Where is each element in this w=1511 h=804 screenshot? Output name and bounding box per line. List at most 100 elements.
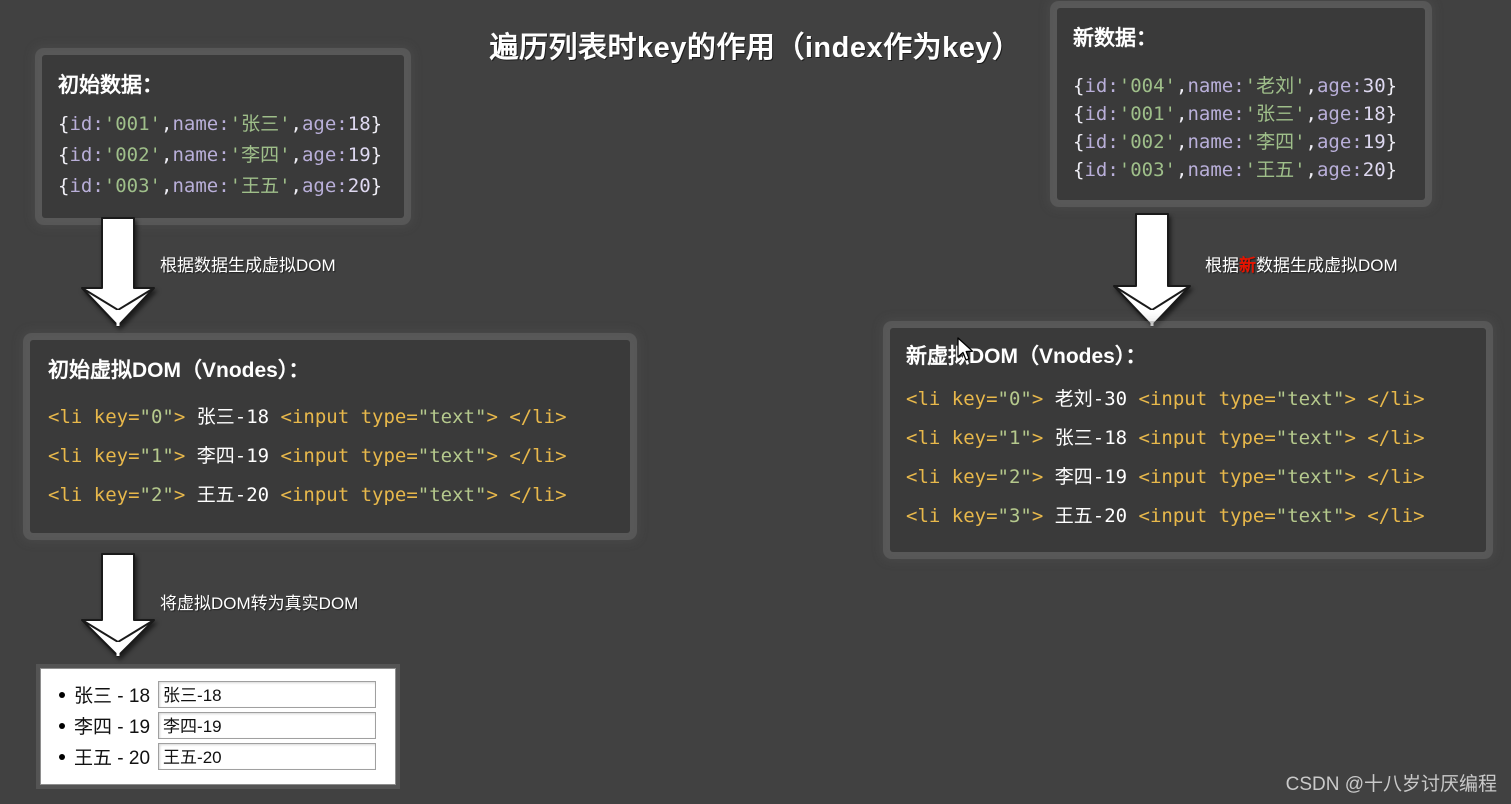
type-value: "text" bbox=[1275, 466, 1345, 488]
type-value: "text" bbox=[1275, 427, 1345, 449]
brace-close: } bbox=[1385, 75, 1398, 97]
key-value: "3" bbox=[997, 505, 1032, 527]
bullet-icon bbox=[59, 691, 65, 698]
id-value: '003' bbox=[1118, 159, 1176, 181]
brace-close: } bbox=[370, 113, 383, 135]
gt: > bbox=[1031, 427, 1055, 449]
brace-open: { bbox=[1073, 75, 1085, 97]
data-row: {id:'004',name:'老刘',age:30} bbox=[1073, 72, 1409, 100]
input-open-tag: <input bbox=[1127, 505, 1219, 527]
name-key: name: bbox=[172, 113, 230, 135]
type-attr: type= bbox=[360, 406, 418, 428]
brace-close: } bbox=[1385, 103, 1398, 125]
id-key: id: bbox=[1084, 103, 1119, 125]
new-data-rows: {id:'004',name:'老刘',age:30} {id:'001',na… bbox=[1073, 72, 1409, 184]
name-key: name: bbox=[1187, 103, 1245, 125]
initial-data-rows: {id:'001',name:'张三',age:18} {id:'002',na… bbox=[58, 109, 388, 202]
vnode-text: 张三-18 bbox=[196, 406, 270, 428]
list-item-label: 李四 - 19 bbox=[74, 717, 151, 738]
key-attr: key= bbox=[93, 484, 140, 506]
new-data-panel: 新数据： {id:'004',name:'老刘',age:30} {id:'00… bbox=[1057, 8, 1425, 200]
id-key: id: bbox=[69, 144, 104, 166]
comma: , bbox=[1305, 75, 1317, 97]
vnode-row: <li key="2"> 李四-19 <input type="text"> <… bbox=[906, 458, 1470, 497]
arrow-down-right-top bbox=[1113, 213, 1191, 327]
text-input[interactable]: 张三-18 bbox=[158, 681, 377, 708]
comma: , bbox=[160, 144, 173, 166]
arrow-down-left-bottom bbox=[81, 553, 155, 657]
li-open-tag: <li bbox=[906, 388, 952, 410]
new-data-title: 新数据： bbox=[1073, 27, 1157, 50]
initial-data-title: 初始数据： bbox=[58, 74, 163, 97]
age-key: age: bbox=[1316, 131, 1363, 153]
li-open-tag: <li bbox=[906, 466, 952, 488]
comma: , bbox=[290, 113, 302, 135]
name-key: name: bbox=[1187, 131, 1245, 153]
id-value: '003' bbox=[103, 175, 161, 197]
comma: , bbox=[1305, 159, 1317, 181]
gt2: > bbox=[486, 484, 510, 506]
key-attr: key= bbox=[951, 427, 998, 449]
gt: > bbox=[173, 484, 197, 506]
key-value: "0" bbox=[139, 406, 174, 428]
vnode-row: <li key="1"> 张三-18 <input type="text"> <… bbox=[906, 419, 1470, 458]
comma: , bbox=[1175, 131, 1188, 153]
gt2: > bbox=[1344, 466, 1368, 488]
arrow-label-prefix: 根据 bbox=[1205, 256, 1239, 275]
comma: , bbox=[290, 175, 302, 197]
text-input[interactable]: 王五-20 bbox=[158, 743, 377, 770]
vnode-text: 张三-18 bbox=[1054, 427, 1128, 449]
age-value: 20 bbox=[347, 175, 371, 197]
new-vnodes-panel: 新虚拟DOM（Vnodes）： <li key="0"> 老刘-30 <inpu… bbox=[890, 328, 1486, 552]
type-value: "text" bbox=[417, 406, 487, 428]
li-close-tag: </li> bbox=[509, 484, 567, 506]
arrow-label-left-bottom: 将虚拟DOM转为真实DOM bbox=[160, 589, 358, 614]
key-value: "2" bbox=[139, 484, 174, 506]
id-key: id: bbox=[1084, 75, 1119, 97]
brace-open: { bbox=[1073, 103, 1085, 125]
arrow-label-suffix: 数据生成虚拟DOM bbox=[1256, 256, 1398, 275]
li-close-tag: </li> bbox=[1367, 427, 1425, 449]
gt2: > bbox=[486, 406, 510, 428]
input-open-tag: <input bbox=[1127, 466, 1219, 488]
id-key: id: bbox=[1084, 159, 1119, 181]
type-value: "text" bbox=[1275, 388, 1345, 410]
arrow-label-left-top: 根据数据生成虚拟DOM bbox=[160, 251, 336, 276]
type-value: "text" bbox=[417, 445, 487, 467]
gt2: > bbox=[1344, 388, 1368, 410]
bullet-icon bbox=[59, 753, 65, 760]
new-vnodes-rows: <li key="0"> 老刘-30 <input type="text"> <… bbox=[906, 380, 1470, 536]
key-attr: key= bbox=[93, 406, 140, 428]
gt2: > bbox=[486, 445, 510, 467]
age-key: age: bbox=[301, 144, 348, 166]
brace-close: } bbox=[1385, 131, 1398, 153]
vnode-row: <li key="1"> 李四-19 <input type="text"> <… bbox=[48, 437, 612, 476]
id-value: '002' bbox=[1118, 131, 1176, 153]
name-value: '王五' bbox=[1244, 159, 1306, 181]
key-value: "1" bbox=[997, 427, 1032, 449]
old-vnodes-rows: <li key="0"> 张三-18 <input type="text"> <… bbox=[48, 398, 612, 515]
arrow-label-text: 根据数据生成虚拟DOM bbox=[160, 256, 336, 275]
text-input[interactable]: 李四-19 bbox=[158, 712, 377, 739]
id-key: id: bbox=[1084, 131, 1119, 153]
input-open-tag: <input bbox=[269, 484, 361, 506]
vnode-text: 李四-19 bbox=[1054, 466, 1128, 488]
brace-close: } bbox=[370, 144, 383, 166]
key-attr: key= bbox=[951, 505, 998, 527]
name-key: name: bbox=[1187, 159, 1245, 181]
age-value: 19 bbox=[347, 144, 371, 166]
name-key: name: bbox=[1187, 75, 1245, 97]
comma: , bbox=[1305, 131, 1317, 153]
vnode-text: 王五-20 bbox=[196, 484, 270, 506]
comma: , bbox=[290, 144, 302, 166]
vnode-row: <li key="0"> 张三-18 <input type="text"> <… bbox=[48, 398, 612, 437]
data-row: {id:'002',name:'李四',age:19} bbox=[1073, 128, 1409, 156]
gt2: > bbox=[1344, 505, 1368, 527]
input-open-tag: <input bbox=[1127, 388, 1219, 410]
vnode-row: <li key="3"> 王五-20 <input type="text"> <… bbox=[906, 497, 1470, 536]
li-open-tag: <li bbox=[906, 427, 952, 449]
data-row: {id:'001',name:'张三',age:18} bbox=[58, 109, 388, 140]
comma: , bbox=[160, 175, 173, 197]
name-key: name: bbox=[172, 144, 230, 166]
data-row: {id:'002',name:'李四',age:19} bbox=[58, 140, 388, 171]
